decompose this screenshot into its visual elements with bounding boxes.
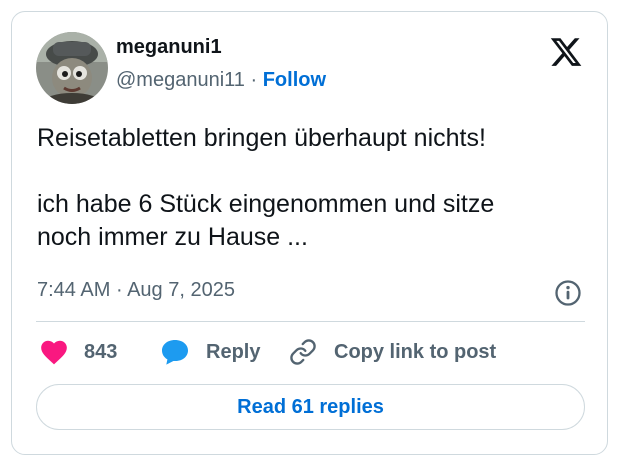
speech-bubble-icon <box>162 340 188 365</box>
like-button[interactable]: 843 <box>40 336 117 368</box>
read-replies-button[interactable]: Read 61 replies <box>36 384 585 430</box>
tweet-card: meganuni1 @meganuni11 · Follow Reisetabl… <box>11 11 608 455</box>
like-count: 843 <box>84 340 118 363</box>
copy-link-label: Copy link to post <box>334 340 497 363</box>
x-logo-icon[interactable] <box>549 35 583 69</box>
handle-row: @meganuni11 · Follow <box>116 69 326 92</box>
follow-link[interactable]: Follow <box>263 69 326 91</box>
handle-separator: · <box>250 69 258 91</box>
copy-link-button[interactable]: Copy link to post <box>289 336 496 368</box>
divider <box>36 321 585 322</box>
reply-label: Reply <box>206 340 261 363</box>
heart-icon <box>41 340 67 365</box>
link-icon <box>290 339 316 365</box>
info-icon[interactable] <box>554 279 582 307</box>
tweet-text: Reisetabletten bringen überhaupt nichts!… <box>37 124 495 251</box>
display-name[interactable]: meganuni1 <box>116 36 222 59</box>
timestamp-separator: · <box>115 279 123 301</box>
handle[interactable]: @meganuni11 <box>116 69 245 91</box>
tweet-time[interactable]: 7:44 AM <box>37 279 110 301</box>
avatar[interactable] <box>36 32 108 104</box>
reply-button[interactable]: Reply <box>160 336 260 368</box>
timestamp: 7:44 AM · Aug 7, 2025 <box>37 279 235 302</box>
read-replies-label: Read 61 replies <box>237 395 384 418</box>
tweet-date[interactable]: Aug 7, 2025 <box>127 279 235 301</box>
avatar-image <box>36 32 108 104</box>
